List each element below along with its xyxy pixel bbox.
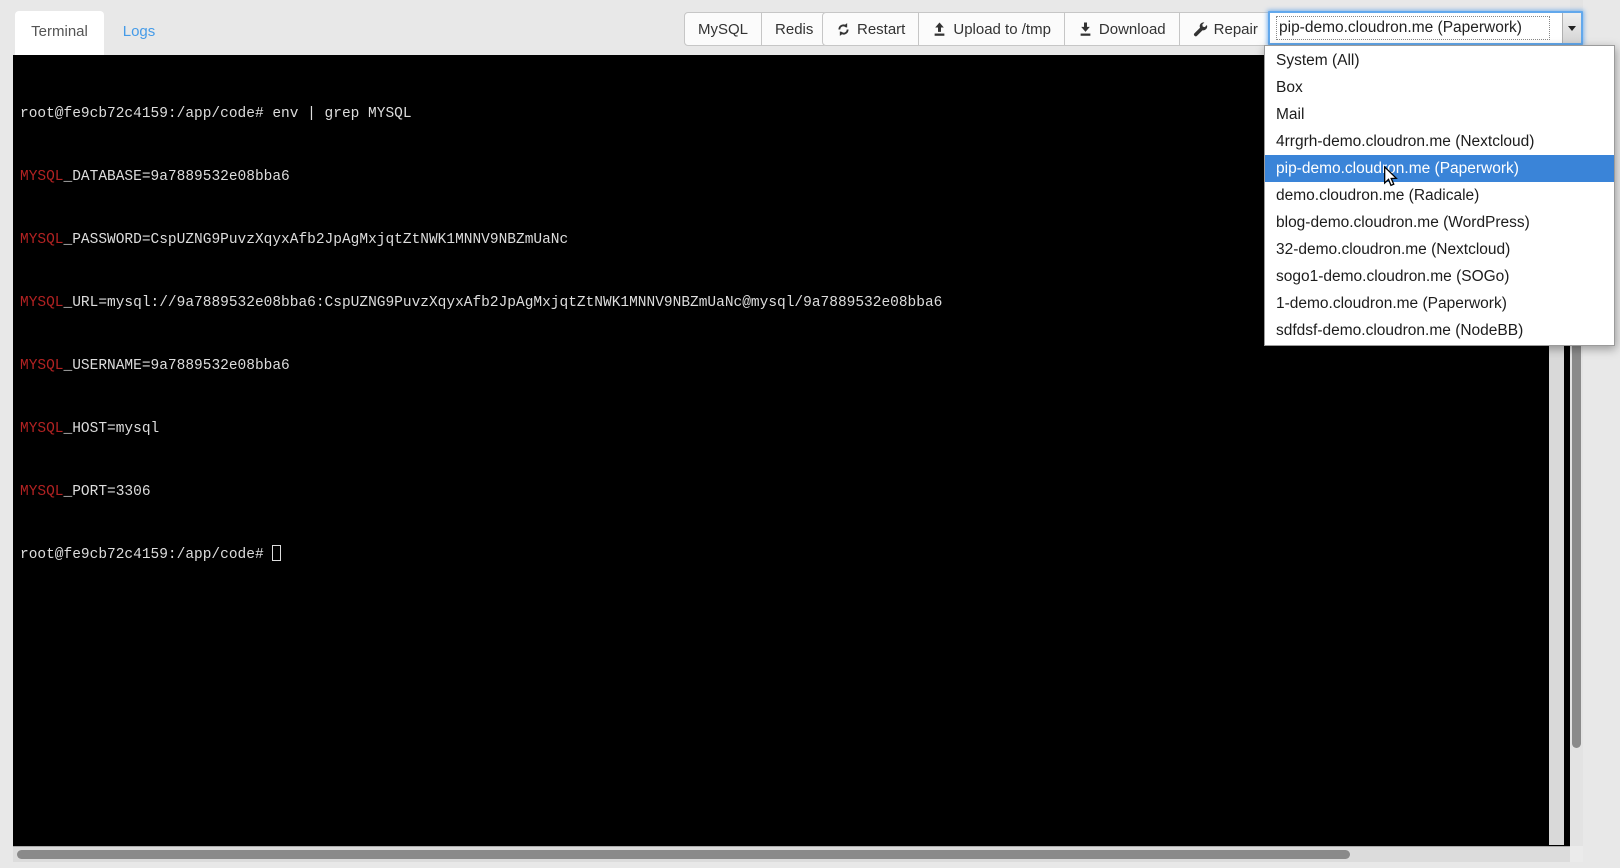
terminal-cursor: [272, 545, 281, 561]
grep-match: MYSQL: [20, 295, 64, 311]
dropdown-option-4rrgrh-demo[interactable]: 4rrgrh-demo.cloudron.me (Nextcloud): [1265, 128, 1614, 155]
repair-button[interactable]: Repair: [1179, 12, 1272, 46]
env-value: _PASSWORD=CspUZNG9PuvzXqyxAfb2JpAgMxjqtZ…: [64, 232, 569, 248]
action-button-group: Restart Upload to /tmp Download Repair: [822, 12, 1272, 46]
app-select-dropdown: System (All) Box Mail 4rrgrh-demo.cloudr…: [1264, 45, 1615, 346]
scrollbar-corner: [1570, 846, 1583, 862]
env-value: _URL=mysql://9a7889532e08bba6:CspUZNG9Pu…: [64, 295, 943, 311]
repair-button-label: Repair: [1214, 21, 1258, 38]
env-value: _HOST=mysql: [64, 421, 160, 437]
grep-match: MYSQL: [20, 358, 64, 374]
grep-match: MYSQL: [20, 484, 64, 500]
terminal-command-line: root@fe9cb72c4159:/app/code# env | grep …: [20, 106, 412, 122]
upload-icon: [932, 22, 947, 37]
app-select[interactable]: pip-demo.cloudron.me (Paperwork): [1268, 11, 1583, 45]
terminal-line: MYSQL_PORT=3306: [20, 482, 1540, 503]
upload-button[interactable]: Upload to /tmp: [918, 12, 1065, 46]
page-horizontal-scrollbar[interactable]: [13, 846, 1570, 862]
dropdown-option-1-demo[interactable]: 1-demo.cloudron.me (Paperwork): [1265, 290, 1614, 317]
db-button-group: MySQL Redis: [684, 12, 827, 46]
env-value: _PORT=3306: [64, 484, 151, 500]
restart-button[interactable]: Restart: [822, 12, 919, 46]
horizontal-scrollbar-thumb[interactable]: [17, 850, 1350, 859]
terminal-prompt: root@fe9cb72c4159:/app/code#: [20, 547, 272, 563]
env-value: _DATABASE=9a7889532e08bba6: [64, 169, 290, 185]
dropdown-option-blog-demo[interactable]: blog-demo.cloudron.me (WordPress): [1265, 209, 1614, 236]
dropdown-option-box[interactable]: Box: [1265, 74, 1614, 101]
download-button-label: Download: [1099, 21, 1166, 38]
dropdown-option-demo[interactable]: demo.cloudron.me (Radicale): [1265, 182, 1614, 209]
download-button[interactable]: Download: [1064, 12, 1180, 46]
app-select-arrow-button[interactable]: [1562, 13, 1581, 43]
chevron-down-icon: [1568, 26, 1576, 31]
dropdown-option-mail[interactable]: Mail: [1265, 101, 1614, 128]
dropdown-option-system[interactable]: System (All): [1265, 47, 1614, 74]
upload-button-label: Upload to /tmp: [953, 21, 1051, 38]
redis-button[interactable]: Redis: [761, 12, 827, 46]
env-value: _USERNAME=9a7889532e08bba6: [64, 358, 290, 374]
app-select-value: pip-demo.cloudron.me (Paperwork): [1277, 17, 1549, 39]
restart-button-label: Restart: [857, 21, 905, 38]
grep-match: MYSQL: [20, 232, 64, 248]
app-terminal-page: { "header": { "tabs": [ { "label": "Term…: [0, 0, 1620, 868]
download-icon: [1078, 22, 1093, 37]
mysql-button[interactable]: MySQL: [684, 12, 762, 46]
dropdown-option-sdfdsf-demo[interactable]: sdfdsf-demo.cloudron.me (NodeBB): [1265, 317, 1614, 344]
repair-icon: [1193, 22, 1208, 37]
dropdown-option-32-demo[interactable]: 32-demo.cloudron.me (Nextcloud): [1265, 236, 1614, 263]
tab-terminal[interactable]: Terminal: [15, 11, 104, 55]
dropdown-option-pip-demo-selected[interactable]: pip-demo.cloudron.me (Paperwork): [1265, 155, 1614, 182]
grep-match: MYSQL: [20, 169, 64, 185]
grep-match: MYSQL: [20, 421, 64, 437]
terminal-line: root@fe9cb72c4159:/app/code#: [20, 545, 1540, 566]
terminal-line: MYSQL_USERNAME=9a7889532e08bba6: [20, 356, 1540, 377]
restart-icon: [836, 22, 851, 37]
dropdown-option-sogo1-demo[interactable]: sogo1-demo.cloudron.me (SOGo): [1265, 263, 1614, 290]
tab-logs[interactable]: Logs: [104, 11, 174, 55]
terminal-line: MYSQL_HOST=mysql: [20, 419, 1540, 440]
